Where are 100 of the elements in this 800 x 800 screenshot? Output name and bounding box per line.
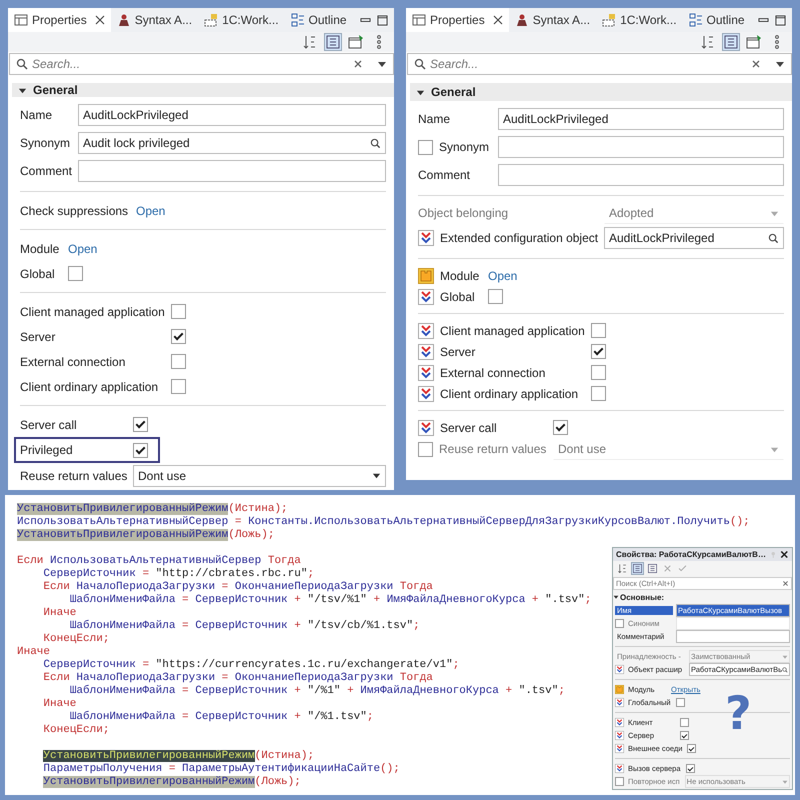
tree-icon[interactable] [631,562,644,576]
clear-icon[interactable] [782,580,789,588]
checkbox[interactable] [488,289,503,304]
section-header[interactable]: Основные: [613,592,792,602]
maximize-icon[interactable] [377,14,388,26]
checkbox[interactable] [687,744,696,753]
tree-icon[interactable] [722,33,740,51]
search-input[interactable]: Search... [430,57,747,71]
property-label: Name [20,107,54,123]
check-icon[interactable] [615,698,624,707]
tab[interactable]: 1C:Work... [198,8,285,32]
clear-icon[interactable] [751,59,761,69]
close-icon[interactable] [94,15,105,25]
checkbox[interactable] [418,140,433,154]
search-field[interactable]: Search... [9,53,394,75]
property-label: Client managed application [440,322,586,338]
tab[interactable]: Properties [8,8,111,32]
code-token: + [373,594,382,606]
table-icon [14,13,28,27]
checkbox[interactable] [171,379,186,394]
tab[interactable]: Outline [682,8,751,32]
code-token: Ложь [234,529,262,541]
code-token: ОкончаниеПериодаЗагрузки [234,581,394,593]
text-field[interactable]: AuditLockPrivileged [604,227,784,249]
close-icon[interactable] [492,15,503,25]
code-token: = [234,516,242,528]
checkbox[interactable] [591,323,606,338]
text-field[interactable] [498,136,784,158]
search-icon[interactable] [768,232,779,244]
checkbox[interactable] [680,718,689,727]
search-icon[interactable] [782,666,788,674]
property-label: Server [440,344,476,360]
checkbox[interactable] [133,417,148,432]
code-token: НачалоПериодаЗагрузки [76,581,216,593]
caret-icon[interactable] [377,59,387,69]
code-token: ; [413,620,420,632]
text-field[interactable] [676,630,790,643]
section-header[interactable]: General [410,83,792,101]
checkbox[interactable] [591,386,606,401]
check-icon[interactable] [418,322,434,338]
check-icon[interactable] [615,665,624,674]
check-icon[interactable] [615,744,624,753]
tab[interactable]: Syntax A... [110,8,198,32]
code-token: ПараметрыПолучения [43,763,164,775]
code-token: ИспользоватьАльтернативныйСервер [50,555,262,567]
checkbox[interactable] [133,442,148,458]
new-window-icon[interactable] [347,33,365,51]
check-icon[interactable] [418,420,434,436]
text-field[interactable] [498,164,784,186]
checkbox[interactable] [171,354,186,369]
maximize-icon[interactable] [775,14,786,26]
tab[interactable]: Properties [406,8,509,32]
checkbox[interactable] [686,764,694,773]
check-icon[interactable] [418,230,434,246]
property-label: Global [440,288,476,304]
check-icon[interactable] [615,731,624,740]
checkbox[interactable] [591,365,606,380]
caret-icon[interactable] [775,59,785,69]
puzzle-icon[interactable] [418,268,434,284]
tree-icon[interactable] [646,562,659,576]
code-token: ; [307,568,314,580]
tree-icon[interactable] [324,33,342,51]
caret-icon [782,654,788,660]
checkbox[interactable] [171,329,186,344]
text-field[interactable]: Audit lock privileged [78,132,386,154]
check-icon[interactable] [418,288,434,304]
open-link[interactable]: Open [488,268,518,282]
checkbox[interactable] [676,698,685,707]
checkbox[interactable] [68,266,83,281]
text-field[interactable] [78,160,386,182]
check-icon[interactable] [418,386,434,402]
open-link[interactable]: Open [68,242,98,256]
checkbox[interactable] [171,304,186,319]
section-header[interactable]: General [12,83,394,97]
text-field[interactable]: AuditLockPrivileged [78,104,386,126]
close-icon[interactable] [780,550,789,560]
tab[interactable]: Outline [284,8,353,32]
checkbox[interactable] [680,731,689,740]
code-token: ; [558,685,565,697]
open-link[interactable]: Open [136,204,166,218]
dropdown[interactable]: Dont use [133,464,386,486]
search-field[interactable]: Search... [407,53,792,75]
check-icon[interactable] [418,344,434,360]
tab[interactable]: 1C:Work... [596,8,683,32]
search-icon[interactable] [370,138,381,148]
code-token: ШаблонИмениФайла [70,594,176,606]
new-window-icon[interactable] [745,33,763,51]
outline-icon [688,13,703,27]
check-icon[interactable] [615,718,624,727]
clear-icon[interactable] [353,59,363,69]
search-input[interactable]: Search... [32,57,349,71]
tab[interactable]: Syntax A... [508,8,596,32]
sort-icon[interactable] [616,562,629,576]
check-icon[interactable] [418,364,434,380]
checkbox[interactable] [591,344,606,359]
text-field[interactable]: AuditLockPrivileged [498,108,784,130]
property-label: Name [418,111,452,127]
check-icon[interactable] [615,764,624,773]
checkbox[interactable] [553,420,568,435]
code-token: ШаблонИмениФайла [70,711,176,723]
